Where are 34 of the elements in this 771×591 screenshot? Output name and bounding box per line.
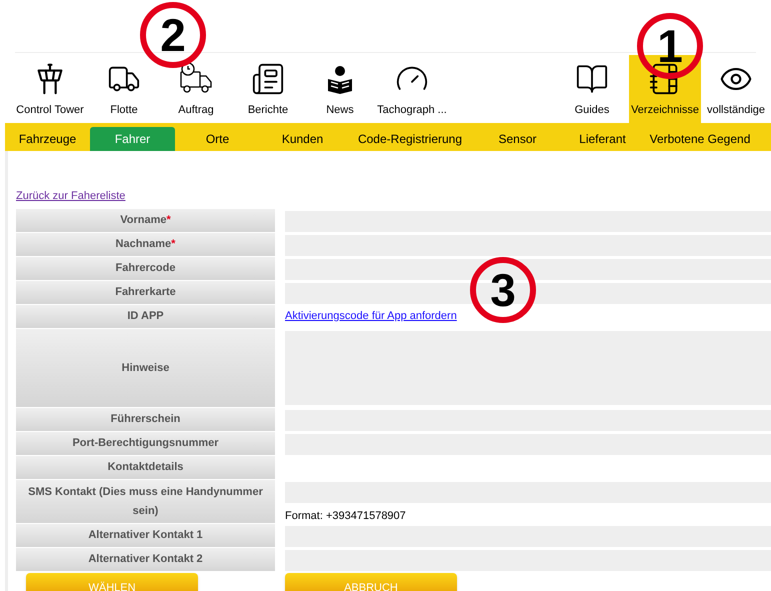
nav-item[interactable]: Control Tower	[12, 55, 88, 123]
required-mark: *	[166, 214, 171, 226]
tab[interactable]: Fahrzeuge	[5, 127, 90, 151]
tab[interactable]: Verbotene Gegend	[645, 127, 755, 151]
tab[interactable]: Code-Registrierung	[345, 127, 475, 151]
annotation-marker: 2	[140, 2, 206, 68]
tab[interactable]: Lieferant	[560, 127, 645, 151]
field-label: Vorname*	[16, 209, 275, 232]
tab[interactable]: Kunden	[260, 127, 345, 151]
nav-item[interactable]: Berichte	[232, 55, 304, 123]
format-hint: Format: +393471578907	[285, 509, 407, 524]
back-link[interactable]: Zurück zur Fahereliste	[16, 190, 126, 202]
required-mark: *	[171, 238, 176, 250]
field-label: Fahrerkarte	[16, 281, 275, 304]
input-field[interactable]	[285, 235, 771, 256]
truck-clock-icon	[179, 62, 213, 96]
field-label: ID APP	[16, 305, 275, 328]
annotation-marker: 3	[470, 257, 536, 323]
field-label: Führerschein	[16, 408, 275, 431]
field-label: SMS Kontakt (Dies muss eine Handynummer sein)	[16, 480, 275, 523]
tab[interactable]: Sensor	[475, 127, 560, 151]
field-label: Alternativer Kontakt 1	[16, 524, 275, 547]
field-label: Nachname*	[16, 233, 275, 256]
nav-item[interactable]: vollständige	[701, 55, 771, 123]
field-label: Port-Berechtigungsnummer	[16, 432, 275, 455]
field-label: Alternativer Kontakt 2	[16, 548, 275, 571]
nav-item[interactable]: News	[304, 55, 376, 123]
field-label: Kontaktdetails	[16, 456, 275, 479]
field-label: Fahrercode	[16, 257, 275, 280]
field-label: Hinweise	[16, 329, 275, 407]
nav-item[interactable]: Tachograph ...	[376, 55, 448, 123]
newspaper-icon	[251, 62, 285, 96]
tab[interactable]: Orte	[175, 127, 260, 151]
nav-item[interactable]: Guides	[555, 55, 629, 123]
